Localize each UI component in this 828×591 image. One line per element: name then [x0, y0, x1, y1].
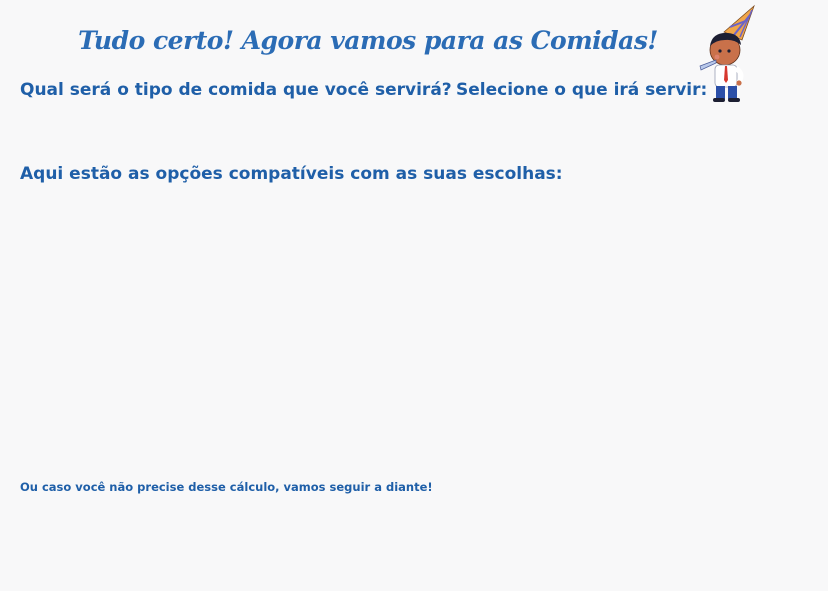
serve-select-label: Selecione o que irá servir: — [456, 80, 708, 100]
food-type-question: Qual será o tipo de comida que você serv… — [20, 80, 452, 100]
compatible-options-heading: Aqui estão as opções compatíveis com as … — [20, 164, 563, 184]
skip-calculation-link[interactable]: Ou caso você não precise desse cálculo, … — [20, 480, 433, 494]
compatible-options-list — [20, 196, 810, 466]
page-title: Tudo certo! Agora vamos para as Comidas! — [78, 26, 658, 55]
